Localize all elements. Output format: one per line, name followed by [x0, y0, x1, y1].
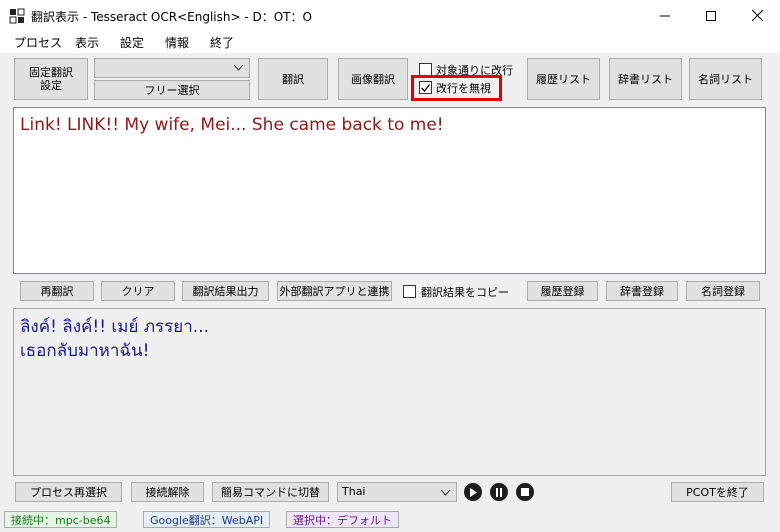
play-icon [470, 487, 477, 497]
register-history-button[interactable]: 履歴登録 [527, 281, 598, 301]
source-text-area[interactable]: Link! LINK!! My wife, Mei... She came ba… [13, 107, 766, 274]
ignore-line-breaks-label: 改行を無視 [436, 82, 491, 95]
language-select[interactable]: Thai [337, 482, 457, 502]
close-button[interactable] [734, 0, 780, 31]
retranslate-button[interactable]: 再翻訳 [20, 281, 94, 301]
translated-text-area[interactable]: ลิงค์! ลิงค์!! เมย์ ภรรยา... เธอกลับมาหา… [13, 308, 766, 476]
minimize-button[interactable] [642, 0, 688, 31]
menu-process[interactable]: プロセス [14, 34, 62, 51]
noun-list-button[interactable]: 名詞リスト [689, 58, 762, 100]
history-list-button[interactable]: 履歴リスト [527, 58, 600, 100]
stop-button[interactable] [516, 483, 534, 501]
simple-command-button[interactable]: 簡易コマンドに切替 [212, 482, 329, 502]
language-select-value: Thai [342, 485, 366, 498]
external-app-button[interactable]: 外部翻訳アプリと連携 [277, 281, 392, 301]
close-icon [751, 10, 763, 21]
dictionary-list-button[interactable]: 辞書リスト [609, 58, 682, 100]
copy-result-label: 翻訳結果をコピー [421, 286, 509, 299]
app-icon [9, 8, 25, 24]
play-button[interactable] [464, 483, 482, 501]
status-google: Google翻訳：WebAPI [143, 511, 271, 528]
chevron-down-icon [234, 65, 243, 71]
stop-icon [521, 488, 529, 496]
register-noun-button[interactable]: 名詞登録 [686, 281, 760, 301]
translated-text: ลิงค์! ลิงค์!! เมย์ ภรรยา... เธอกลับมาหา… [20, 317, 210, 361]
copy-result-checkbox[interactable] [403, 285, 416, 298]
pause-button[interactable] [490, 483, 508, 501]
maximize-button[interactable] [688, 0, 734, 31]
menu-bar [0, 31, 780, 53]
reselect-process-button[interactable]: プロセス再選択 [15, 482, 122, 502]
fixed-translation-settings-button[interactable]: 固定翻訳 設定 [14, 58, 88, 100]
ignore-line-breaks-checkbox[interactable] [419, 81, 432, 94]
pause-icon [496, 487, 502, 497]
checkmark-icon [421, 83, 430, 92]
exit-pcot-button[interactable]: PCOTを終了 [671, 482, 764, 502]
status-connected: 接続中：mpc-be64 [4, 511, 118, 528]
menu-view[interactable]: 表示 [75, 34, 99, 51]
menu-info[interactable]: 情報 [165, 34, 189, 51]
source-text: Link! LINK!! My wife, Mei... She came ba… [20, 115, 444, 135]
disconnect-button[interactable]: 接続解除 [131, 482, 204, 502]
image-translate-button[interactable]: 画像翻訳 [338, 58, 408, 100]
status-selected: 選択中：デフォルト [286, 511, 399, 528]
free-select-button[interactable]: フリー選択 [94, 80, 250, 100]
translate-button[interactable]: 翻訳 [258, 58, 328, 100]
menu-settings[interactable]: 設定 [120, 34, 144, 51]
source-combo[interactable] [94, 58, 250, 78]
chevron-down-icon [441, 490, 450, 496]
menu-exit[interactable]: 終了 [210, 34, 234, 51]
output-result-button[interactable]: 翻訳結果出力 [182, 281, 269, 301]
clear-button[interactable]: クリア [101, 281, 175, 301]
register-dictionary-button[interactable]: 辞書登録 [606, 281, 678, 301]
window-title: 翻訳表示 - Tesseract OCR<English> - D：ОT：О [31, 10, 312, 24]
